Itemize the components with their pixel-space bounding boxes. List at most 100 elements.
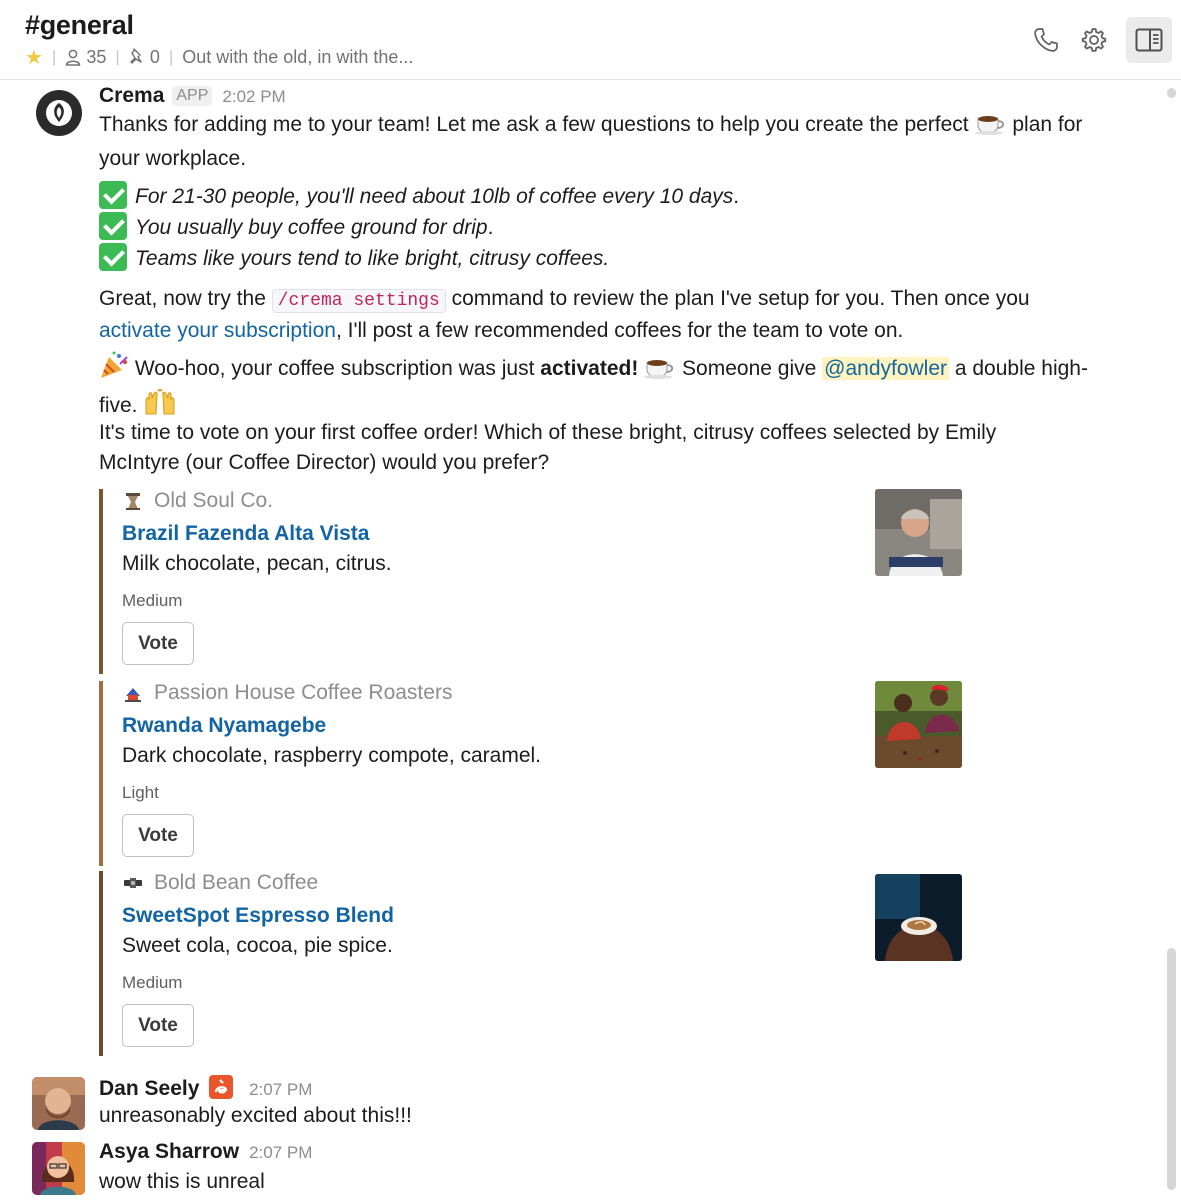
activation-text: Someone give (682, 357, 817, 380)
checklist-text: You usually buy coffee ground for drip (135, 216, 488, 239)
vote-button[interactable]: Vote (122, 622, 194, 665)
asya-avatar-image (32, 1142, 85, 1195)
roaster-name: Passion House Coffee Roasters (154, 681, 453, 704)
timestamp[interactable]: 2:02 PM (222, 87, 285, 106)
tasting-notes: Sweet cola, cocoa, pie spice. (122, 934, 393, 957)
pin-count[interactable]: 0 (129, 47, 160, 68)
roaster-name: Old Soul Co. (154, 489, 274, 512)
settings-instructions: Great, now try the /crema settings comma… (99, 284, 1109, 346)
coffee-pickers-photo-image (875, 681, 962, 768)
asya-avatar[interactable] (32, 1142, 85, 1195)
vote-button[interactable]: Vote (122, 1004, 194, 1047)
command-code: /crema settings (271, 289, 446, 313)
message-crema: Crema APP 2:02 PM Thanks for adding me to … (0, 84, 1160, 1069)
divider: | (115, 47, 120, 66)
intro-text-end: plan for (1012, 113, 1083, 136)
bold-bean-logo-icon (122, 872, 144, 894)
divider: | (51, 47, 57, 66)
channel-name[interactable]: #general (25, 10, 134, 41)
intro-text-line2: your workplace. (99, 147, 247, 170)
tasting-notes: Dark chocolate, raspberry compote, caram… (122, 744, 542, 767)
checklist-text: For 21-30 people, you'll need about 10lb… (135, 185, 734, 208)
roaster-name: Bold Bean Coffee (154, 871, 319, 894)
call-button[interactable] (1024, 18, 1068, 62)
scroll-thumb-top[interactable] (1167, 88, 1176, 98)
message-text: Thanks for adding me to your team! Let m… (99, 110, 1109, 174)
farmer-photo-image (875, 489, 962, 576)
check-mark-icon (99, 243, 127, 271)
scroll-thumb[interactable] (1167, 948, 1176, 1190)
espresso-cup-photo-image (875, 874, 962, 961)
roast-level: Medium (122, 973, 183, 992)
instruction-text: , I'll post a few recommended coffees fo… (335, 319, 904, 342)
intro-text: Thanks for adding me to your team! Let m… (99, 113, 969, 136)
coffee-option-card: Passion House Coffee Roasters Rwanda Nya… (99, 681, 969, 866)
details-pane-toggle[interactable] (1126, 17, 1172, 63)
dan-avatar[interactable] (32, 1077, 85, 1130)
star-icon[interactable]: ★ (25, 45, 43, 70)
dan-avatar-image (32, 1077, 85, 1130)
gear-icon (1081, 28, 1107, 52)
channel-topic[interactable]: Out with the old, in with the... (182, 47, 413, 68)
crema-avatar[interactable] (32, 86, 86, 140)
check-mark-icon (99, 181, 127, 209)
instruction-text: command to review the plan I've setup fo… (451, 287, 1030, 310)
user-mention[interactable]: @andyfowler (822, 357, 950, 380)
checklist-item: Teams like yours tend to like bright, ci… (99, 243, 1109, 274)
message-asya-sharrow: Asya Sharrow 2:07 PM wow this is unreal (0, 1139, 1160, 1199)
app-badge: APP (172, 86, 213, 106)
coffee-title-link[interactable]: Rwanda Nyamagebe (122, 714, 326, 738)
divider: | (168, 47, 174, 66)
pin-icon (130, 48, 142, 64)
roaster-source: Bold Bean Coffee (122, 871, 318, 895)
activation-text: a double high- (954, 357, 1088, 380)
coffee-emoji-icon (644, 355, 676, 388)
vote-intro: It's time to vote on your first coffee o… (99, 418, 1109, 478)
channel-header: #general ★ | 35 | 0 | Out with the old, … (0, 0, 1181, 80)
coffee-photo[interactable] (875, 874, 962, 961)
vote-intro-text: It's time to vote on your first coffee o… (99, 421, 997, 444)
checklist-item: For 21-30 people, you'll need about 10lb… (99, 181, 1109, 212)
coffee-title-link[interactable]: SweetSpot Espresso Blend (122, 904, 394, 928)
channel-meta: ★ | 35 | 0 | Out with the old, in with t… (25, 45, 413, 69)
passion-house-logo-icon (122, 682, 144, 704)
phone-icon (1034, 28, 1058, 52)
sender-name[interactable]: Asya Sharrow 2:07 PM (99, 1140, 312, 1164)
checklist: For 21-30 people, you'll need about 10lb… (99, 181, 1109, 274)
coffee-option-card: Bold Bean Coffee SweetSpot Espresso Blen… (99, 871, 969, 1056)
member-count[interactable]: 35 (65, 47, 106, 68)
message-text: unreasonably excited about this!!! (99, 1104, 412, 1127)
coffee-emoji-icon (974, 111, 1007, 144)
vote-button[interactable]: Vote (122, 814, 194, 857)
sidebar-panel-icon (1135, 28, 1163, 52)
vote-intro-text: McIntyre (our Coffee Director) would you… (99, 451, 550, 474)
activated-text: activated! (540, 357, 639, 380)
sender-label: Dan Seely (99, 1077, 200, 1100)
coffee-option-card: Old Soul Co. Brazil Fazenda Alta Vista M… (99, 489, 969, 674)
scrollbar[interactable] (1167, 80, 1177, 1200)
activation-text: Woo-hoo, your coffee subscription was ju… (134, 357, 535, 380)
member-count-label: 35 (86, 46, 107, 67)
timestamp[interactable]: 2:07 PM (249, 1143, 312, 1162)
tasting-notes: Milk chocolate, pecan, citrus. (122, 552, 392, 575)
sender-label: Crema (99, 84, 165, 107)
activate-subscription-link[interactable]: activate your subscription (99, 319, 336, 342)
timestamp[interactable]: 2:07 PM (249, 1080, 312, 1099)
settings-button[interactable] (1072, 18, 1116, 62)
coffee-photo[interactable] (875, 489, 962, 576)
old-soul-logo-icon (122, 490, 144, 512)
header-actions (1020, 17, 1181, 63)
check-mark-icon (99, 212, 127, 240)
activation-text: five. (99, 394, 138, 417)
sender-name[interactable]: Crema APP 2:02 PM (99, 84, 286, 108)
checklist-text: Teams like yours tend to like bright, ci… (135, 247, 610, 270)
sender-label: Asya Sharrow (99, 1140, 240, 1163)
coffee-title-link[interactable]: Brazil Fazenda Alta Vista (122, 522, 369, 546)
roast-level: Light (122, 783, 159, 802)
period: . (733, 185, 740, 208)
person-icon (66, 49, 81, 66)
crema-logo-icon (36, 90, 82, 136)
pin-count-label: 0 (149, 46, 160, 67)
message-dan-seely: Dan Seely 2:07 PM unreasonably excited a… (0, 1073, 1160, 1133)
coffee-photo[interactable] (875, 681, 962, 768)
